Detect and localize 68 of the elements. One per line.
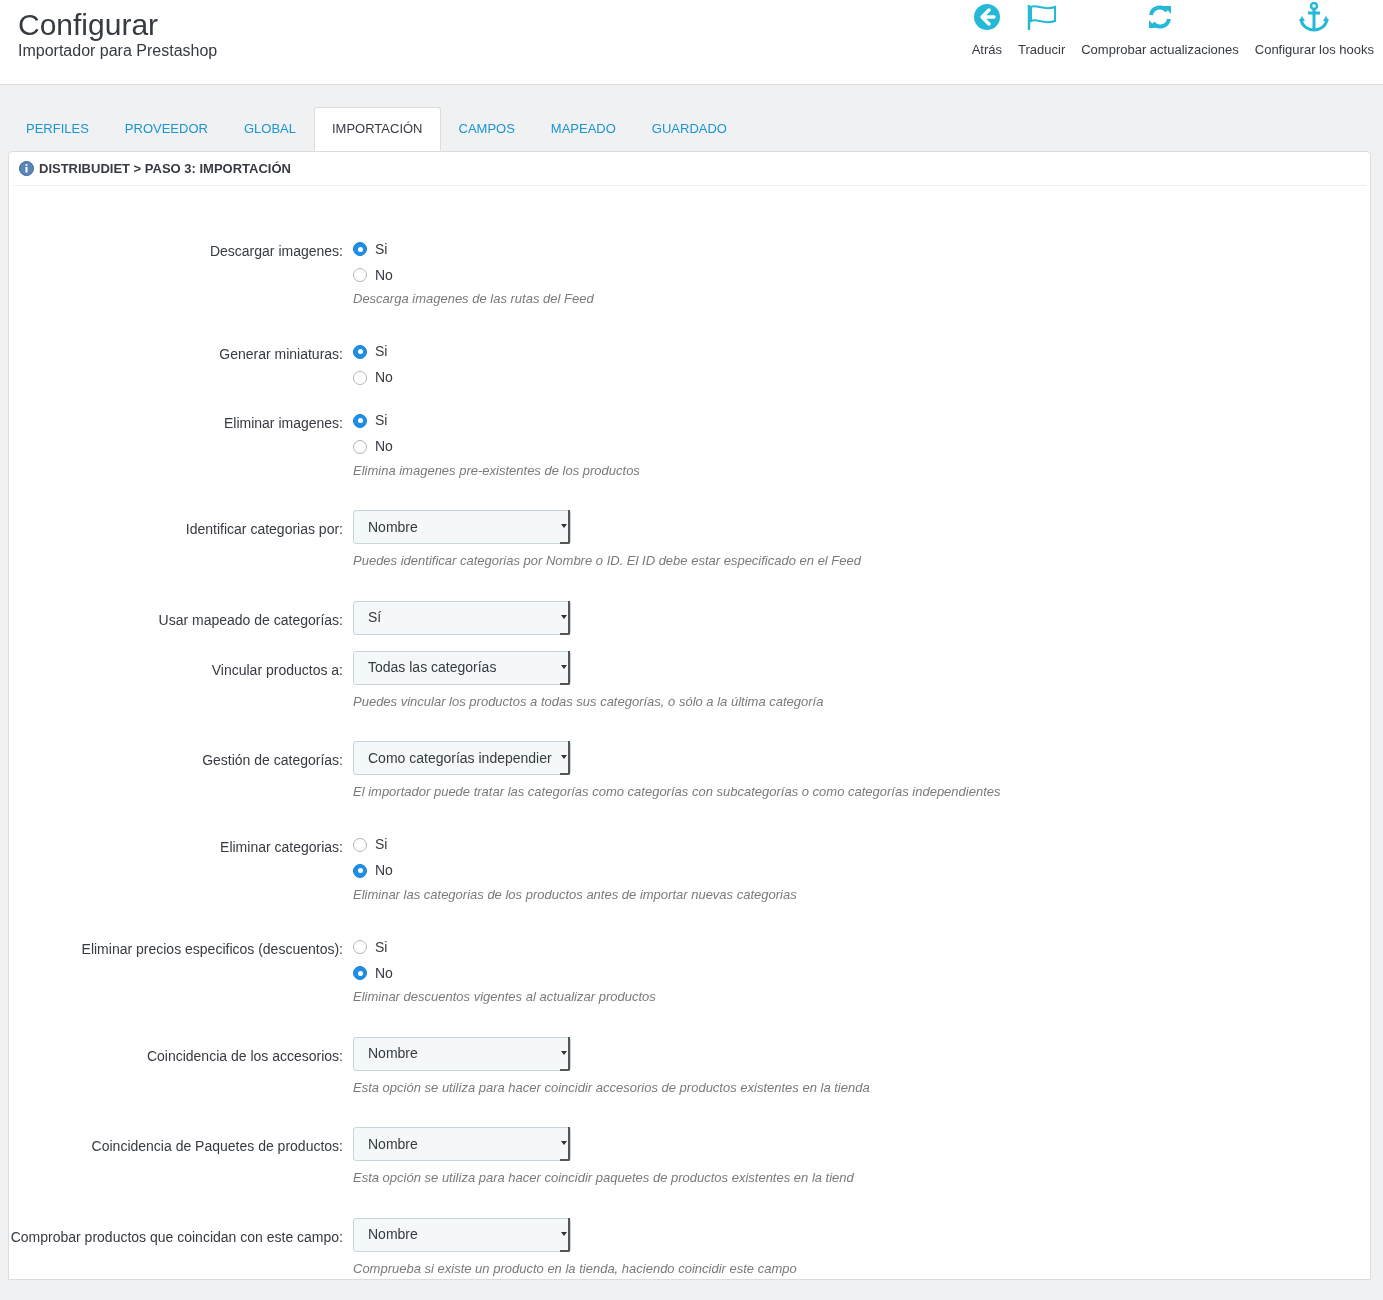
info-icon: [19, 161, 34, 176]
radio-label: No: [375, 368, 393, 387]
dropdown-caret-icon: [560, 650, 570, 685]
field-label: Eliminar precios especificos (descuentos):: [81, 941, 343, 957]
field-label: Eliminar imagenes:: [223, 414, 343, 431]
radio-button[interactable]: [353, 268, 367, 282]
radio-label: Si: [375, 937, 388, 957]
radio-button[interactable]: [353, 370, 367, 385]
help-text: Puedes identificar categorias por Nombre o ID. El ID debe estar especificado en el Feed: [353, 552, 861, 570]
radio-label: Si: [375, 342, 388, 361]
select-field[interactable]: Como categorías independier: [353, 741, 571, 775]
help-text: Eliminar descuentos vigentes al actualizar productos: [353, 988, 656, 1006]
help-text: Esta opción se utiliza para hacer coincidir paquetes de productos existentes en la tiend: [353, 1169, 854, 1187]
help-text: Esta opción se utiliza para hacer coincidir accesorios de productos existentes en la tienda: [353, 1078, 870, 1097]
radio-button[interactable]: [353, 966, 367, 980]
radio-label: Si: [375, 835, 388, 854]
field-label: Gestión de categorías:: [202, 752, 343, 768]
select-field[interactable]: Nombre: [353, 1217, 571, 1252]
select-field[interactable]: Todas las categorías: [353, 650, 571, 685]
page-subtitle: Importador para Prestashop: [18, 42, 218, 60]
toolbar-button[interactable]: Atrás: [971, 2, 1003, 84]
select-field[interactable]: Nombre: [353, 1036, 571, 1071]
help-text: Comprueba si existe un producto en la tienda, haciendo coincidir este campo: [353, 1259, 797, 1278]
dropdown-caret-icon: [560, 600, 570, 635]
field-label: Eliminar categorias:: [220, 838, 343, 855]
radio-button[interactable]: [353, 242, 367, 256]
flag-icon: [1025, 3, 1058, 31]
field-label: Usar mapeado de categorías:: [158, 611, 343, 628]
help-text: Puedes vincular los productos a todas sus categorías, o sólo a la última categoría: [353, 692, 824, 711]
help-text: Eliminar las categorias de los productos antes de importar nuevas categorias: [353, 885, 797, 904]
field-label: Coincidencia de Paquetes de productos:: [91, 1138, 343, 1154]
page-title: Configurar: [18, 8, 160, 42]
field-label: Coincidencia de los accesorios:: [146, 1047, 343, 1064]
panel-heading: DISTRIBUDIET > PASO 3: IMPORTACIÓN: [39, 159, 291, 178]
radio-button[interactable]: [353, 837, 367, 852]
help-text: Elimina imagenes pre-existentes de los productos: [353, 461, 640, 480]
radio-button[interactable]: [353, 413, 367, 428]
toolbar-button[interactable]: Traducir: [1018, 2, 1066, 84]
radio-button[interactable]: [353, 863, 367, 878]
radio-label: No: [375, 861, 393, 880]
field-label: Vincular productos a:: [211, 661, 343, 678]
radio-label: Si: [375, 239, 388, 259]
tab[interactable]: IMPORTACIÓN: [313, 107, 441, 151]
dropdown-caret-icon: [560, 1217, 570, 1252]
select-field[interactable]: Sí: [353, 600, 571, 635]
toolbar-button[interactable]: Configurar los hooks: [1254, 2, 1374, 84]
dropdown-caret-icon: [560, 1036, 570, 1071]
radio-button[interactable]: [353, 439, 367, 454]
dropdown-caret-icon: [560, 741, 570, 775]
radio-label: No: [375, 437, 393, 456]
field-label: Comprobar productos que coincidan con este campo:: [10, 1228, 343, 1245]
refresh-icon: [1146, 3, 1174, 31]
field-label: Identificar categorias por:: [185, 521, 343, 537]
field-label: Generar miniaturas:: [219, 345, 343, 362]
help-text: El importador puede tratar las categorías como categorías con subcategorías o como categorías independientes: [353, 783, 1001, 801]
select-field[interactable]: Nombre: [353, 510, 571, 544]
radio-button[interactable]: [353, 940, 367, 954]
radio-label: No: [375, 963, 393, 983]
radio-label: No: [375, 265, 393, 285]
select-field[interactable]: Nombre: [353, 1127, 571, 1161]
field-label: Descargar imagenes:: [209, 243, 343, 259]
toolbar-button[interactable]: Comprobar actualizaciones: [1081, 2, 1239, 84]
dropdown-caret-icon: [560, 1127, 570, 1161]
radio-button[interactable]: [353, 344, 367, 359]
help-text: Descarga imagenes de las rutas del Feed: [353, 290, 594, 308]
radio-label: Si: [375, 411, 388, 430]
anchor-icon: [1298, 2, 1331, 32]
dropdown-caret-icon: [560, 510, 570, 544]
